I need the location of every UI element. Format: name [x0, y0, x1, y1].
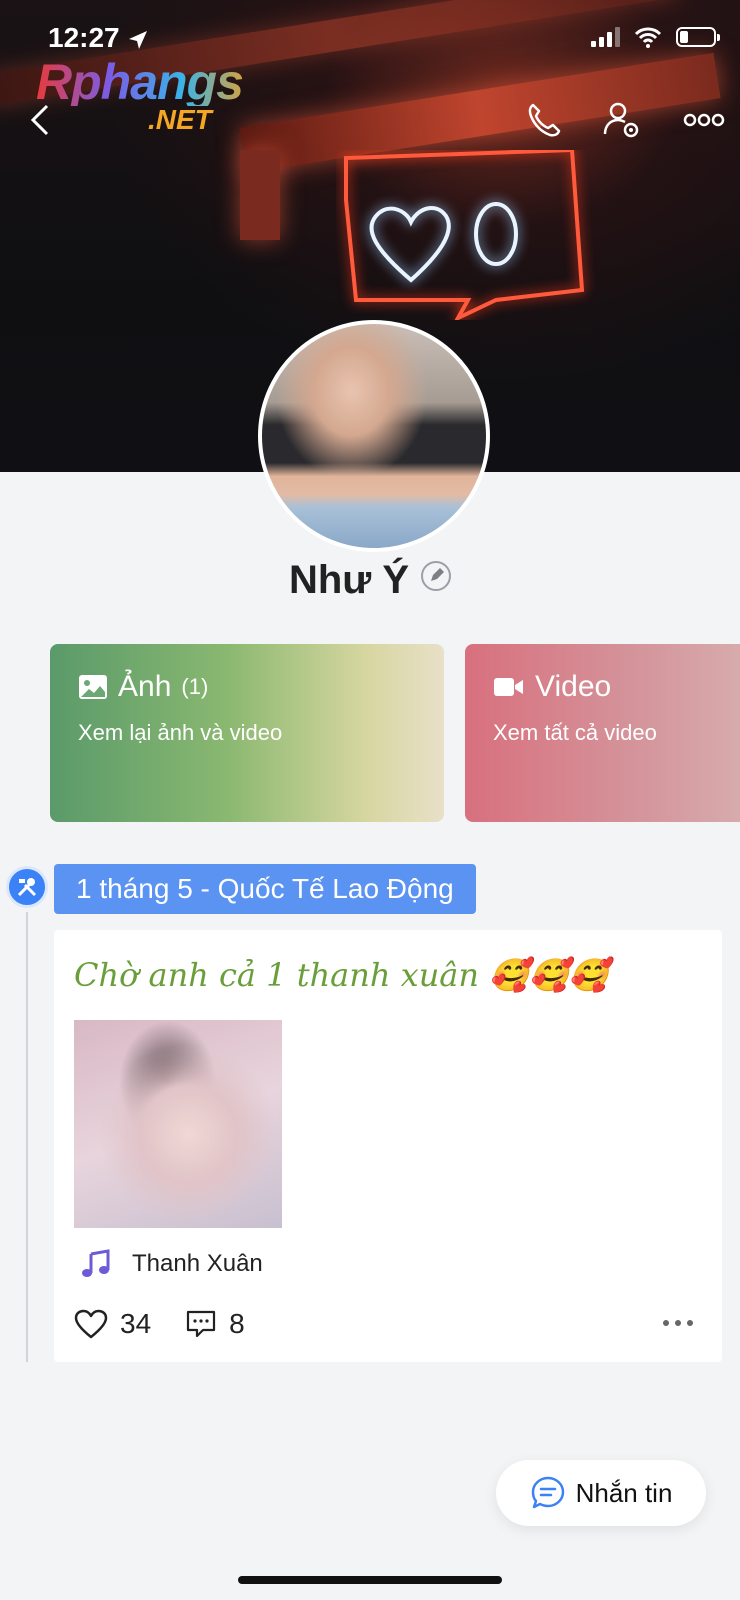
chevron-left-icon	[30, 104, 49, 136]
photos-count: (1)	[181, 674, 209, 699]
video-card-subtitle: Xem tất cả video	[493, 720, 657, 745]
wifi-icon	[634, 27, 662, 48]
home-indicator	[238, 1576, 502, 1584]
comment-icon	[187, 1310, 216, 1338]
milestone-icon	[6, 866, 48, 908]
tools-icon	[17, 878, 37, 897]
timeline-line	[26, 912, 28, 1362]
video-card[interactable]: Video Xem tất cả video	[465, 644, 740, 822]
timeline-post: Chờ anh cả 1 thanh xuân 🥰🥰🥰 Thanh Xuân 3…	[54, 930, 722, 1362]
comment-button[interactable]: 8	[185, 1308, 245, 1340]
message-button-label: Nhắn tin	[575, 1477, 673, 1508]
phone-icon	[528, 103, 561, 137]
avatar[interactable]	[258, 320, 490, 552]
milestone-label: 1 tháng 5 - Quốc Tế Lao Động	[54, 864, 476, 914]
battery-icon	[676, 27, 720, 47]
heart-icon	[74, 1309, 108, 1339]
edit-name-button[interactable]	[421, 561, 452, 592]
message-button[interactable]: Nhắn tin	[496, 1460, 706, 1526]
music-note-icon	[82, 1249, 110, 1277]
music-title: Thanh Xuân	[132, 1250, 263, 1277]
profile-name: Như Ý	[0, 558, 740, 603]
comment-count: 8	[229, 1308, 245, 1339]
call-button[interactable]	[522, 98, 566, 142]
post-more-icon[interactable]	[662, 1318, 694, 1328]
status-indicators	[591, 26, 720, 48]
status-time: 12:27	[48, 22, 149, 54]
post-actions: 34 8	[74, 1308, 702, 1340]
post-photo[interactable]	[74, 1020, 282, 1228]
video-card-title: Video	[535, 670, 612, 703]
more-dots-icon	[683, 113, 725, 127]
location-arrow-icon	[129, 30, 148, 49]
watermark-logo: Rphangs .NET	[36, 57, 256, 138]
post-music[interactable]: Thanh Xuân	[80, 1248, 263, 1280]
back-button[interactable]	[18, 98, 62, 142]
chat-bubble-icon	[531, 1476, 564, 1509]
profile-settings-button[interactable]	[600, 98, 644, 142]
pencil-icon	[431, 568, 445, 582]
image-icon	[79, 675, 107, 699]
like-count: 34	[120, 1308, 152, 1339]
photos-card[interactable]: Ảnh (1) Xem lại ảnh và video	[50, 644, 444, 822]
like-button[interactable]: 34	[74, 1308, 151, 1340]
video-camera-icon	[494, 678, 523, 696]
cellular-signal-icon	[591, 27, 620, 47]
more-options-button[interactable]	[680, 98, 728, 142]
neon-sign	[344, 150, 585, 320]
photos-card-subtitle: Xem lại ảnh và video	[78, 720, 283, 745]
photos-card-title: Ảnh	[118, 670, 172, 703]
user-settings-icon	[603, 102, 639, 138]
post-caption: Chờ anh cả 1 thanh xuân 🥰🥰🥰	[74, 956, 609, 994]
